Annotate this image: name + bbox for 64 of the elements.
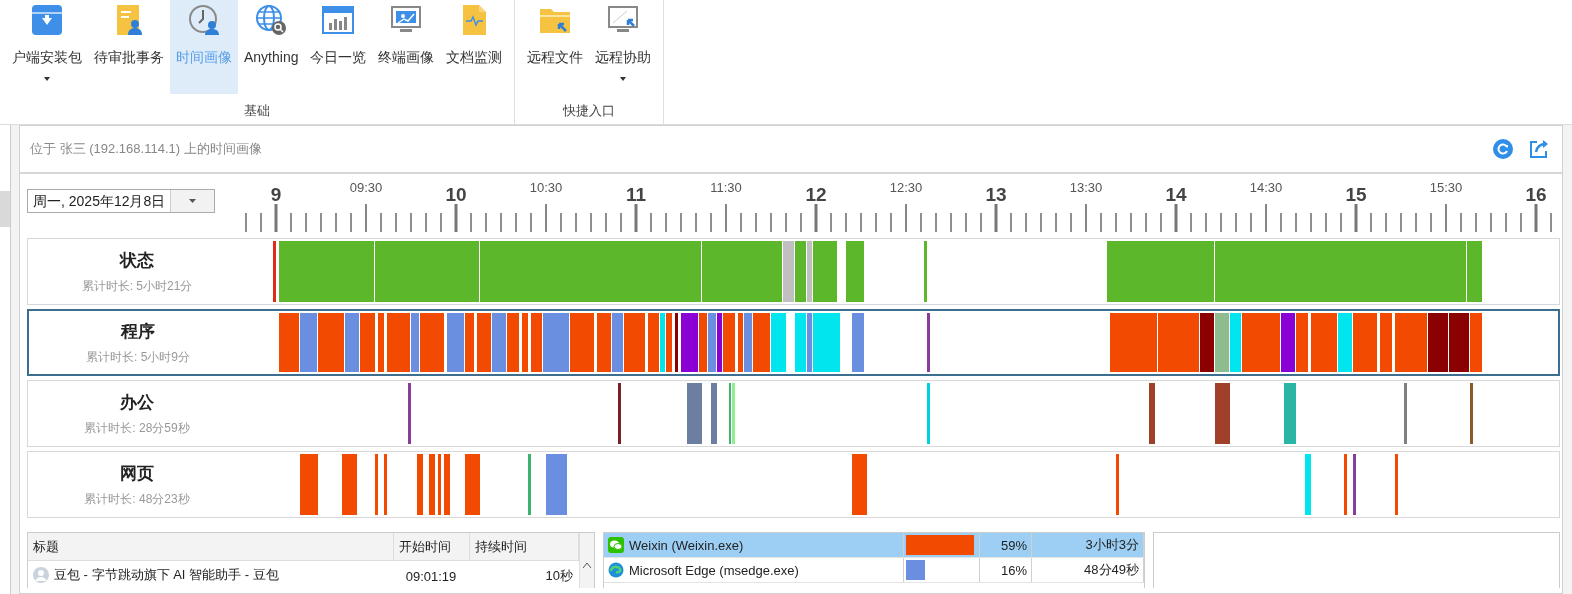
track-total: 累计时长: 48分23秒 — [84, 490, 190, 508]
track-title: 程序 — [121, 320, 155, 343]
app-row[interactable]: Weixin (Weixin.exe) 59% 3小时3分 — [604, 533, 1144, 558]
ribbon-button[interactable]: 文档监测 — [440, 0, 509, 94]
ribbon-button[interactable]: 远程协助 — [589, 0, 658, 94]
hour-label: 11 — [625, 184, 647, 205]
group-label: 基础 — [243, 102, 272, 120]
track-title: 网页 — [120, 462, 154, 485]
track-row[interactable]: 状态 累计时长: 5小时21分 — [27, 238, 1560, 305]
group-label: 快捷入口 — [562, 102, 617, 120]
date-picker[interactable]: 周一, 2025年12月8日 — [27, 189, 215, 213]
usage-duration: 48分49秒 — [1084, 561, 1139, 579]
chat-bubbles-icon — [608, 537, 624, 553]
table-cell: 10秒 — [469, 560, 578, 588]
hour-label: 10 — [445, 184, 467, 205]
track-total: 累计时长: 5小时21分 — [81, 277, 193, 295]
export-icon[interactable] — [1528, 138, 1550, 160]
half-hour-label: 15:30 — [1429, 180, 1463, 195]
table-cell: 09:01:19 — [393, 560, 469, 588]
app-row[interactable]: Microsoft Edge (msedge.exe) 16% 48分49秒 — [604, 558, 1144, 583]
clock-person-icon — [188, 4, 220, 36]
app-name: Weixin (Weixin.exe) — [629, 537, 744, 553]
column-header[interactable]: 标题 — [28, 533, 393, 561]
track-total: 累计时长: 28分59秒 — [84, 419, 190, 437]
half-hour-label: 12:30 — [889, 180, 923, 195]
hour-label: 15 — [1345, 184, 1367, 205]
hour-label: 16 — [1525, 184, 1547, 205]
usage-duration: 3小时3分 — [1085, 536, 1139, 554]
ribbon-button[interactable]: 终端画像 — [372, 0, 441, 94]
avatar-icon — [33, 567, 49, 584]
hour-label: 14 — [1165, 184, 1187, 205]
half-hour-label: 09:30 — [349, 180, 383, 195]
ribbon-button[interactable]: 户端安装包 — [6, 0, 88, 94]
half-hour-label: 11:30 — [710, 180, 742, 195]
ribbon-button[interactable]: 远程文件 — [521, 0, 590, 94]
hour-label: 12 — [805, 184, 827, 205]
browser-swirl-icon — [608, 562, 624, 578]
app-name: Microsoft Edge (msedge.exe) — [629, 562, 799, 578]
hour-label: 13 — [985, 184, 1007, 205]
column-header[interactable]: 开始时间 — [393, 533, 469, 561]
globe-search-icon — [255, 4, 288, 36]
download-icon — [31, 4, 63, 36]
ribbon-button[interactable]: 待审批事务 — [88, 0, 170, 94]
track-title: 办公 — [120, 391, 154, 414]
scroll-up-icon[interactable] — [582, 563, 591, 568]
bar-chart-window-icon — [322, 4, 355, 36]
hour-label: 9 — [270, 184, 282, 205]
track-total: 累计时长: 5小时9分 — [86, 348, 190, 366]
track-row[interactable]: 办公 累计时长: 28分59秒 — [27, 380, 1560, 447]
ribbon-button[interactable]: 今日一览 — [304, 0, 373, 94]
half-hour-label: 13:30 — [1069, 180, 1103, 195]
ribbon-button[interactable]: Anything — [238, 0, 305, 94]
usage-percent: 59% — [1000, 537, 1027, 553]
half-hour-label: 10:30 — [529, 180, 563, 195]
dropdown-icon — [189, 199, 197, 203]
table-cell: 豆包 - 字节跳动旗下 AI 智能助手 - 豆包 — [54, 566, 279, 585]
track-row[interactable]: 网页 累计时长: 48分23秒 — [27, 451, 1560, 518]
track-row[interactable]: 程序 累计时长: 5小时9分 — [27, 309, 1560, 376]
column-header[interactable]: 持续时间 — [469, 533, 578, 561]
refresh-icon[interactable] — [1492, 138, 1514, 160]
track-title: 状态 — [120, 249, 154, 272]
panel-title: 位于 张三 (192.168.114.1) 上的时间画像 — [30, 140, 263, 158]
usage-percent: 16% — [1000, 562, 1027, 578]
half-hour-label: 14:30 — [1249, 180, 1283, 195]
